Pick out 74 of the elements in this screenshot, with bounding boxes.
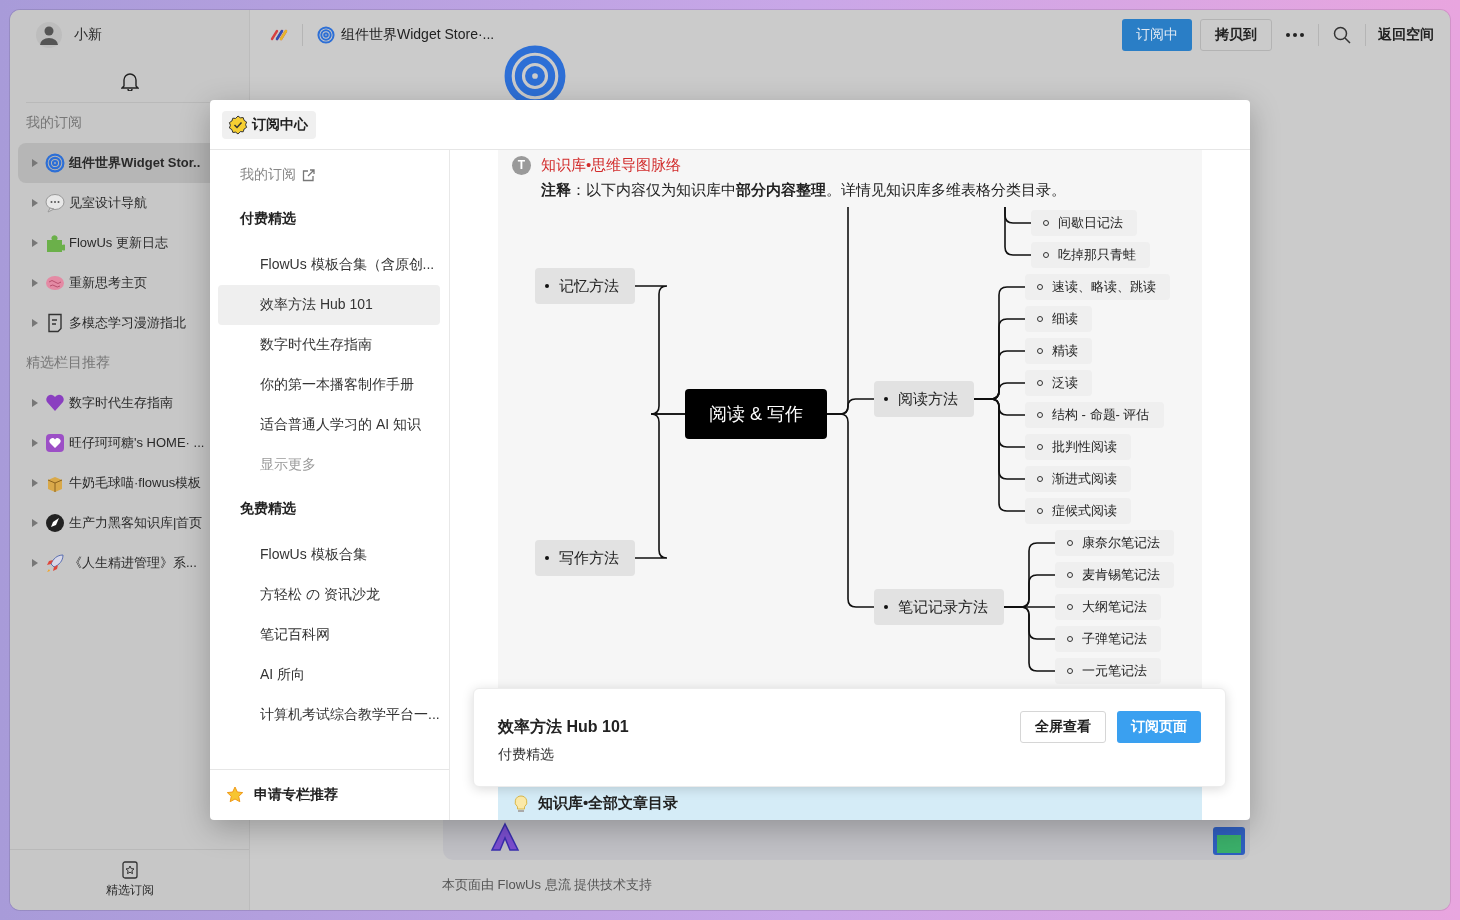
caret-icon[interactable] xyxy=(32,559,38,567)
avatar-icon xyxy=(36,22,62,48)
lightbulb-icon xyxy=(514,794,528,813)
mindmap-leaf: 子弹笔记法 xyxy=(1055,626,1161,652)
search-icon[interactable] xyxy=(1333,26,1351,44)
external-link-icon[interactable] xyxy=(302,168,315,182)
heading-badge: T xyxy=(512,155,531,175)
app-icon xyxy=(1212,826,1246,856)
bell-icon[interactable] xyxy=(120,71,139,91)
mindmap-branch: 写作方法 xyxy=(535,540,635,576)
star-icon xyxy=(226,786,244,804)
mindmap-leaf: 大纲笔记法 xyxy=(1055,594,1161,620)
mindmap-branch: 记忆方法 xyxy=(535,268,635,304)
caret-icon[interactable] xyxy=(32,279,38,287)
mindmap-leaf: 麦肯锡笔记法 xyxy=(1055,562,1174,588)
group-title: 免费精选 xyxy=(239,499,297,518)
heart-icon xyxy=(45,393,65,413)
subscription-center-tab[interactable]: 订阅中心 xyxy=(222,110,316,139)
caret-icon[interactable] xyxy=(32,319,38,327)
more-icon[interactable] xyxy=(1286,33,1304,37)
document-icon xyxy=(46,313,64,333)
mindmap-leaf: 批判性阅读 xyxy=(1025,434,1131,460)
speech-bubble-icon xyxy=(45,193,65,213)
callout-text: 知识库•全部文章目录 xyxy=(538,794,679,813)
footer-label: 精选订阅 xyxy=(105,882,154,899)
copy-to-button[interactable]: 拷贝到 xyxy=(1200,19,1272,51)
footer-note: 本页面由 FlowUs 息流 提供技术支持 xyxy=(441,876,654,894)
mindmap-leaf: 细读 xyxy=(1025,306,1092,332)
central-topic: 阅读 & 写作 xyxy=(685,389,827,439)
mindmap-leaf: 一元笔记法 xyxy=(1055,658,1161,684)
mindmap-branch: 笔记记录方法 xyxy=(874,589,1004,625)
star-badge-icon xyxy=(121,861,138,879)
caret-icon[interactable] xyxy=(32,159,38,167)
mindmap-leaf: 症候式阅读 xyxy=(1025,498,1131,524)
featured-subscriptions-button[interactable]: 精选订阅 xyxy=(10,849,249,910)
subscribed-button[interactable]: 订阅中 xyxy=(1122,19,1192,51)
sticker-icon xyxy=(490,822,520,852)
column-item[interactable]: AI 所向 xyxy=(218,655,440,695)
mindmap-leaf: 康奈尔笔记法 xyxy=(1055,530,1174,556)
spiral-icon xyxy=(317,26,335,44)
mindmap-leaf: 结构 - 命题- 评估 xyxy=(1025,402,1164,428)
caret-icon[interactable] xyxy=(32,399,38,407)
column-item[interactable]: 效率方法 Hub 101 xyxy=(218,285,440,325)
mindmap-leaf: 间歇日记法 xyxy=(1031,210,1137,236)
mindmap-leaf: 渐进式阅读 xyxy=(1025,466,1131,492)
caret-icon[interactable] xyxy=(32,199,38,207)
section-title: 我的订阅 xyxy=(26,113,82,132)
column-item[interactable]: 计算机考试综合教学平台一... xyxy=(218,695,440,735)
section-heading: 知识库•思维导图脉络 xyxy=(541,155,682,175)
caret-icon[interactable] xyxy=(32,519,38,527)
fullscreen-view-button[interactable]: 全屏查看 xyxy=(1020,711,1106,743)
mindmap-leaf: 泛读 xyxy=(1025,370,1092,396)
brain-icon xyxy=(45,273,65,293)
apply-recommendation-link[interactable]: 申请专栏推荐 xyxy=(254,786,338,804)
caret-icon[interactable] xyxy=(32,439,38,447)
user-name: 小新 xyxy=(74,26,102,44)
spiral-icon xyxy=(45,153,65,173)
column-item[interactable]: 笔记百科网 xyxy=(218,615,440,655)
caret-icon[interactable] xyxy=(32,479,38,487)
section-title: 精选栏目推荐 xyxy=(26,353,110,372)
stripes-logo-icon[interactable] xyxy=(270,29,288,41)
mindmap-leaf: 精读 xyxy=(1025,338,1092,364)
mindmap-leaf: 速读、略读、跳读 xyxy=(1025,274,1170,300)
card-subtitle: 付费精选 xyxy=(498,746,555,764)
mindmap-branch: 阅读方法 xyxy=(874,381,974,417)
group-title: 付费精选 xyxy=(239,209,297,228)
check-badge-icon xyxy=(228,114,248,135)
back-to-space-link[interactable]: 返回空间 xyxy=(1378,26,1434,44)
puzzle-icon xyxy=(45,233,65,253)
page-title: 组件世界Widget Store·... xyxy=(341,26,495,44)
mindmap-leaf: 吃掉那只青蛙 xyxy=(1031,242,1150,268)
caret-icon[interactable] xyxy=(32,239,38,247)
note-text: 注释：以下内容仅为知识库中部分内容整理。详情见知识库多维表格分类目录。 xyxy=(541,181,1067,200)
card-title: 效率方法 Hub 101 xyxy=(498,717,629,737)
